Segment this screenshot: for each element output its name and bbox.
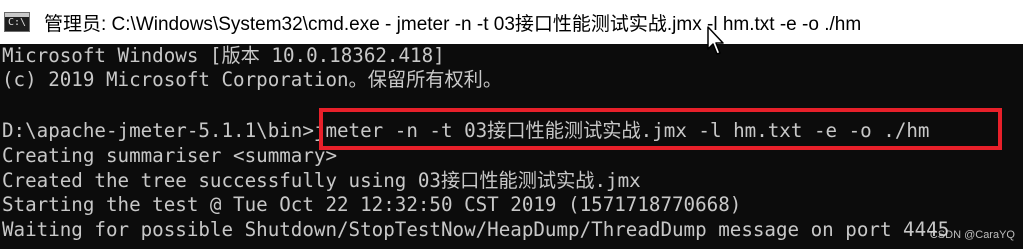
console-line-tree-created: Created the tree successfully using 03接口… [2,169,641,192]
console-line-copyright: (c) 2019 Microsoft Corporation。保留所有权利。 [2,68,503,91]
console-line-summariser: Creating summariser <summary> [2,144,338,167]
window-title: 管理员: C:\Windows\System32\cmd.exe - jmete… [44,13,862,35]
title-bar[interactable]: C:\ 管理员: C:\Windows\System32\cmd.exe - j… [0,0,1023,44]
watermark: CSDN @CaraYQ [929,229,1015,241]
command-highlight-box [319,108,1002,150]
console-line-test-start: Starting the test @ Tue Oct 22 12:32:50 … [2,193,742,216]
cmd-icon: C:\ [4,12,30,32]
console-line-version: Microsoft Windows [版本 10.0.18362.418] [2,44,445,67]
console-line-waiting: Waiting for possible Shutdown/StopTestNo… [2,218,950,241]
cmd-window: C:\ 管理员: C:\Windows\System32\cmd.exe - j… [0,0,1023,249]
